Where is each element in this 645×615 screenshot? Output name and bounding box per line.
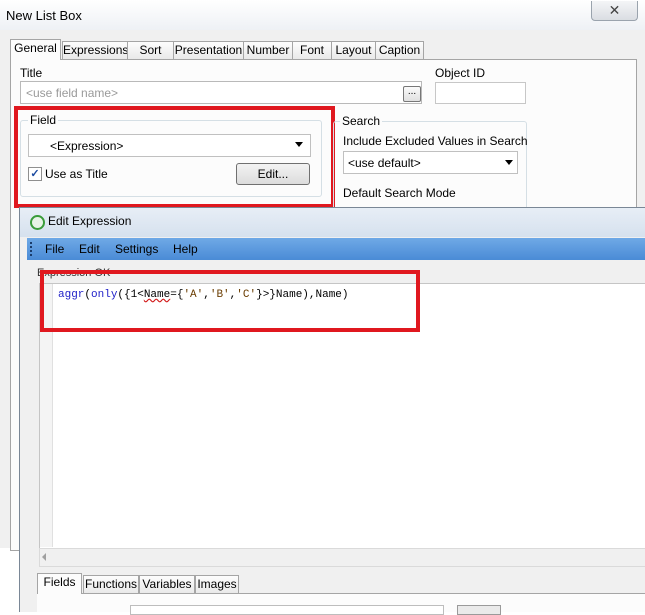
title-browse-button[interactable]: ...: [403, 86, 421, 102]
tab-general[interactable]: General: [10, 39, 61, 60]
search-group-legend: Search: [340, 114, 383, 128]
horizontal-scrollbar[interactable]: [39, 548, 645, 567]
tab-images[interactable]: Images: [195, 575, 239, 593]
tab-fields[interactable]: Fields: [37, 573, 82, 594]
title-label: Title: [20, 66, 43, 80]
tab-layout[interactable]: Layout: [331, 41, 376, 59]
tab-sort[interactable]: Sort: [127, 41, 174, 59]
title-field: [20, 81, 422, 104]
edit-expression-title: Edit Expression: [48, 214, 132, 228]
menu-file[interactable]: File: [45, 242, 64, 256]
default-search-mode-label: Default Search Mode: [343, 186, 456, 200]
tab-presentation[interactable]: Presentation: [173, 41, 244, 59]
tab-number[interactable]: Number: [243, 41, 293, 59]
tab-font[interactable]: Font: [292, 41, 332, 59]
menu-edit[interactable]: Edit: [79, 242, 100, 256]
new-list-box-titlebar[interactable]: [0, 0, 645, 30]
expression-highlight-box: [40, 270, 420, 332]
scroll-left-icon[interactable]: [42, 553, 46, 561]
fields-paste-button[interactable]: [457, 605, 501, 615]
fields-list[interactable]: [130, 605, 444, 615]
tab-variables[interactable]: Variables: [139, 575, 195, 593]
include-excluded-label: Include Excluded Values in Search: [343, 134, 528, 148]
field-highlight-box: [14, 106, 335, 208]
include-excluded-value: <use default>: [348, 156, 421, 170]
menu-settings[interactable]: Settings: [115, 242, 158, 256]
chevron-down-icon[interactable]: [505, 160, 513, 165]
tab-caption[interactable]: Caption: [375, 41, 424, 59]
tab-expressions[interactable]: Expressions: [62, 41, 128, 59]
object-id-label: Object ID: [435, 66, 486, 80]
qlikview-icon: [30, 215, 45, 230]
object-id-input[interactable]: [435, 82, 526, 104]
close-icon: ✕: [608, 2, 621, 18]
close-button[interactable]: ✕: [591, 1, 638, 21]
toolbar-grip-icon[interactable]: [30, 242, 35, 256]
tab-functions[interactable]: Functions: [83, 575, 139, 593]
menu-help[interactable]: Help: [173, 242, 198, 256]
title-input[interactable]: [24, 83, 403, 103]
new-list-box-title: New List Box: [6, 8, 82, 23]
